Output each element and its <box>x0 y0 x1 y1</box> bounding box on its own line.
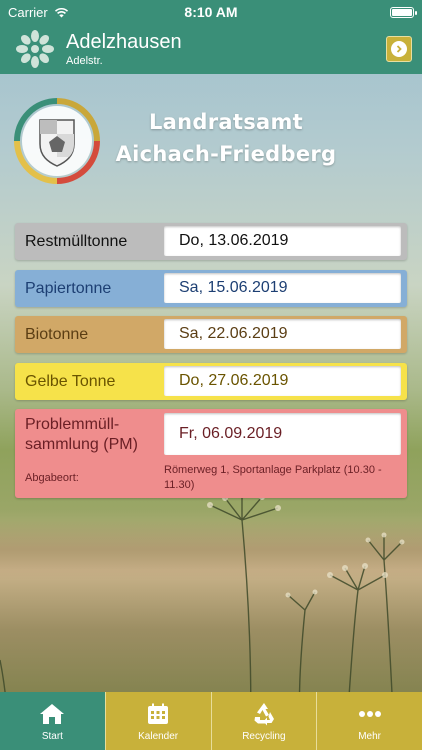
drop-off-label: Abgabeort: <box>25 472 79 484</box>
wifi-icon <box>54 7 68 17</box>
calendar-icon <box>145 701 171 727</box>
restmuell-row[interactable]: Restmülltonne Do, 13.06.2019 <box>15 223 407 260</box>
drop-off-address: Römerweg 1, Sportanlage Parkplatz (10.30… <box>164 464 382 491</box>
problemmuell-row[interactable]: Problemmüll-sammlung (PM) Fr, 06.09.2019… <box>15 409 407 498</box>
tab-bar: Start Kalender Recycling Mehr <box>0 692 422 750</box>
authority-line-2: Aichach-Friedberg <box>115 142 337 166</box>
tab-label: Mehr <box>358 730 382 742</box>
status-time: 8:10 AM <box>184 4 238 20</box>
status-bar: Carrier 8:10 AM <box>0 0 422 24</box>
pickup-date: Sa, 22.06.2019 <box>164 319 401 349</box>
chevron-right-icon <box>391 41 407 57</box>
bin-type-label: Gelbe Tonne <box>25 372 116 390</box>
papier-row[interactable]: Papiertonne Sa, 15.06.2019 <box>15 270 407 307</box>
gelbe-tonne-row[interactable]: Gelbe Tonne Do, 27.06.2019 <box>15 363 407 400</box>
battery-icon <box>390 6 417 18</box>
tab-label: Recycling <box>242 730 286 742</box>
pickup-date: Sa, 15.06.2019 <box>164 273 401 303</box>
tab-label: Kalender <box>138 730 179 742</box>
authority-line-1: Landratsamt <box>149 110 303 134</box>
authority-name: Landratsamt Aichach-Friedberg <box>110 106 342 170</box>
bio-row[interactable]: Biotonne Sa, 22.06.2019 <box>15 316 407 353</box>
tab-recycling[interactable]: Recycling <box>212 692 318 750</box>
tab-kalender[interactable]: Kalender <box>106 692 212 750</box>
pickup-date: Do, 27.06.2019 <box>164 366 401 396</box>
district-emblem-icon <box>14 98 100 184</box>
location-title: Adelzhausen <box>66 30 182 53</box>
tab-label: Start <box>41 730 63 742</box>
carrier-label: Carrier <box>8 4 48 20</box>
bin-type-label: Biotonne <box>25 325 89 343</box>
location-next-button[interactable] <box>386 36 412 62</box>
home-icon <box>39 701 65 727</box>
app-header: Adelzhausen Adelstr. <box>0 24 422 74</box>
recycling-icon <box>251 701 277 727</box>
bin-type-label: Restmülltonne <box>25 232 128 250</box>
more-icon <box>357 701 383 727</box>
tab-start[interactable]: Start <box>0 692 106 750</box>
flower-logo-icon <box>16 30 54 68</box>
bin-type-label: Problemmüll-sammlung (PM) <box>25 416 138 453</box>
bin-type-label: Papiertonne <box>25 279 112 297</box>
pickup-date: Fr, 06.09.2019 <box>164 413 401 455</box>
street-subtitle: Adelstr. <box>66 54 103 67</box>
pickup-date: Do, 13.06.2019 <box>164 226 401 256</box>
tab-mehr[interactable]: Mehr <box>317 692 422 750</box>
